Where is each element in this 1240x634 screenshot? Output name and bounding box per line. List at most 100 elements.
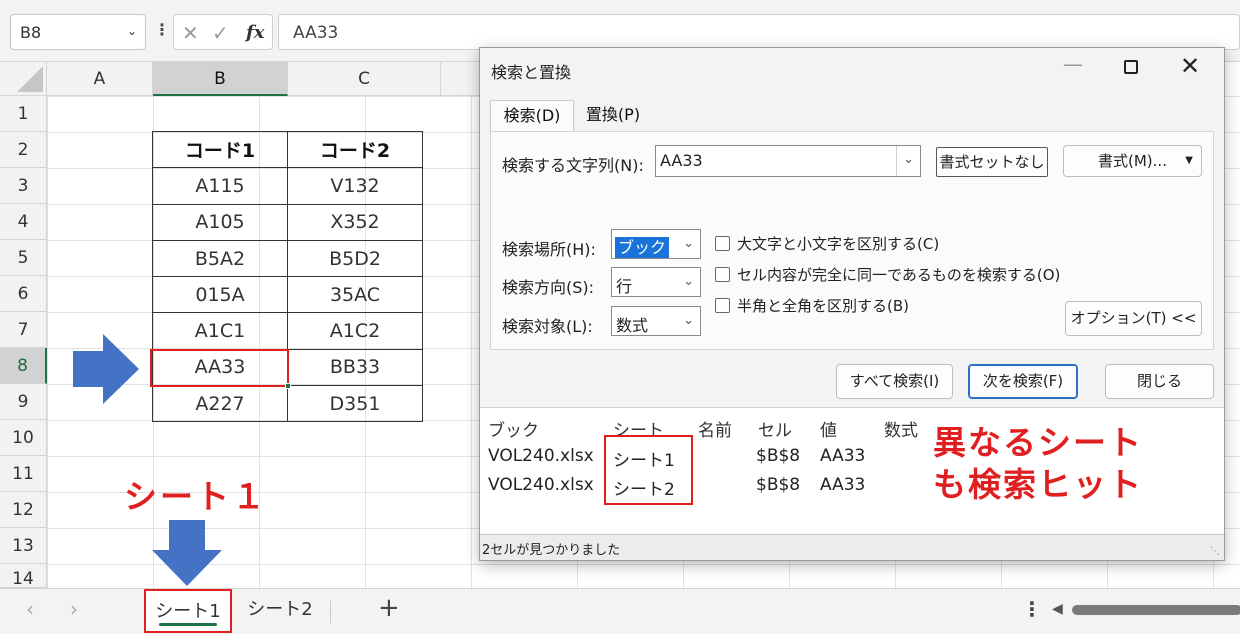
formula-value: AA33	[293, 23, 339, 43]
table-cell[interactable]: B5D2	[287, 239, 423, 278]
results-header-cell[interactable]: セル	[758, 416, 792, 441]
maximize-icon[interactable]	[1124, 60, 1138, 74]
row-header-13[interactable]: 13	[0, 528, 47, 564]
match-entire-cell-checkbox[interactable]: セル内容が完全に同一であるものを検索する(O)	[715, 264, 1060, 285]
chevron-right-icon[interactable]: ›	[70, 597, 78, 621]
table-header-code1[interactable]: コード1	[152, 130, 288, 169]
annotation-different-sheet: 異なるシート も検索ヒット	[933, 423, 1143, 504]
more-vertical-icon[interactable]: ⋮	[1022, 597, 1042, 621]
results-header-book[interactable]: ブック	[488, 416, 539, 441]
chevron-down-icon[interactable]: ⌄	[903, 152, 914, 167]
row-header-3[interactable]: 3	[0, 168, 47, 204]
result-value: AA33	[820, 446, 866, 466]
within-select[interactable]: ブック ⌄	[611, 229, 701, 259]
insert-function-icon[interactable]: fx	[246, 22, 264, 43]
name-box[interactable]: B8 ⌄	[10, 14, 146, 50]
format-button[interactable]: 書式(M)... ▼	[1063, 145, 1202, 177]
format-status-button[interactable]: 書式セットなし	[936, 147, 1048, 177]
row-header-6[interactable]: 6	[0, 276, 47, 312]
arrow-down-icon	[152, 520, 222, 586]
table-header-code2[interactable]: コード2	[287, 130, 423, 169]
look-in-select[interactable]: 数式 ⌄	[611, 306, 701, 336]
formula-input[interactable]: AA33	[278, 14, 1240, 50]
close-icon[interactable]: ✕	[1180, 52, 1200, 80]
chevron-down-icon[interactable]: ⌄	[683, 236, 694, 251]
match-case-checkbox[interactable]: 大文字と小文字を区別する(C)	[715, 233, 939, 254]
results-header-value[interactable]: 値	[820, 416, 837, 441]
table-row: A227 D351	[152, 385, 423, 423]
select-all-corner[interactable]	[0, 62, 47, 96]
more-vertical-icon[interactable]: ⋮	[154, 20, 170, 39]
active-tab-underline	[159, 623, 217, 626]
dropdown-arrow-icon[interactable]: ▼	[1185, 146, 1193, 176]
column-header-b[interactable]: B	[153, 62, 288, 96]
table-cell[interactable]: A227	[152, 385, 288, 423]
row-header-2[interactable]: 2	[0, 132, 47, 168]
table-cell[interactable]: A1C1	[152, 312, 288, 350]
results-header-name[interactable]: 名前	[698, 416, 732, 441]
match-byte-checkbox[interactable]: 半角と全角を区別する(B)	[715, 295, 909, 316]
column-header-a[interactable]: A	[47, 62, 153, 96]
direction-value: 行	[616, 277, 633, 296]
cancel-icon[interactable]: ✕	[182, 21, 199, 45]
table-cell[interactable]: D351	[287, 385, 423, 423]
result-book: VOL240.xlsx	[488, 446, 594, 466]
fill-handle[interactable]	[285, 383, 291, 389]
column-header-d[interactable]	[441, 62, 481, 96]
chevron-down-icon[interactable]: ⌄	[683, 274, 694, 289]
formula-actions: ✕ ✓ fx	[173, 14, 273, 50]
column-header-c[interactable]: C	[288, 62, 441, 96]
result-book: VOL240.xlsx	[488, 475, 594, 495]
options-button[interactable]: オプション(T) <<	[1065, 301, 1202, 336]
close-button[interactable]: 閉じる	[1105, 364, 1214, 399]
sheet-tab-1[interactable]: シート1	[144, 589, 232, 633]
table-cell[interactable]: B5A2	[152, 239, 288, 278]
tab-find[interactable]: 検索(D)	[490, 100, 574, 132]
find-next-button[interactable]: 次を検索(F)	[968, 364, 1078, 399]
row-header-14[interactable]: 14	[0, 564, 47, 588]
row-header-7[interactable]: 7	[0, 312, 47, 348]
result-cell: $B$8	[756, 446, 801, 466]
dialog-title: 検索と置換	[491, 63, 572, 82]
chevron-down-icon[interactable]: ⌄	[683, 313, 694, 328]
scroll-left-icon[interactable]: ◀	[1052, 601, 1063, 617]
table-cell[interactable]: BB33	[287, 348, 423, 387]
chevron-left-icon[interactable]: ‹	[26, 597, 34, 621]
row-header-8[interactable]: 8	[0, 348, 47, 384]
row-header-12[interactable]: 12	[0, 492, 47, 528]
minimize-icon[interactable]: —	[1063, 52, 1083, 76]
row-header-10[interactable]: 10	[0, 420, 47, 456]
table-cell[interactable]: A105	[152, 203, 288, 241]
row-header-9[interactable]: 9	[0, 384, 47, 420]
checkbox-icon[interactable]	[715, 298, 730, 313]
add-sheet-icon[interactable]: +	[378, 593, 400, 623]
find-what-input[interactable]: AA33 ⌄	[655, 145, 921, 177]
table-row: B5A2 B5D2	[152, 239, 423, 278]
table-cell[interactable]: A115	[152, 167, 288, 205]
sheet-tab-2[interactable]: シート2	[240, 589, 320, 633]
tab-replace[interactable]: 置換(P)	[576, 100, 650, 132]
row-header-11[interactable]: 11	[0, 456, 47, 492]
find-what-value: AA33	[660, 151, 703, 170]
within-value: ブック	[615, 237, 670, 258]
results-list[interactable]: ブック シート 名前 セル 値 数式 VOL240.xlsx シート1 $B$8…	[480, 407, 1224, 533]
row-header-5[interactable]: 5	[0, 240, 47, 276]
table-row: A115 V132	[152, 167, 423, 205]
chevron-down-icon[interactable]: ⌄	[127, 24, 137, 38]
row-header-4[interactable]: 4	[0, 204, 47, 240]
sheet-hit-highlight	[604, 435, 693, 505]
check-icon[interactable]: ✓	[212, 21, 229, 45]
row-header-1[interactable]: 1	[0, 96, 47, 132]
results-header-formula[interactable]: 数式	[884, 416, 918, 441]
checkbox-icon[interactable]	[715, 236, 730, 251]
resize-grip-icon[interactable]: ⋱	[1210, 546, 1220, 557]
direction-select[interactable]: 行 ⌄	[611, 267, 701, 297]
horizontal-scrollbar[interactable]	[1072, 605, 1240, 615]
checkbox-icon[interactable]	[715, 267, 730, 282]
table-cell[interactable]: 35AC	[287, 276, 423, 314]
table-cell[interactable]: X352	[287, 203, 423, 241]
table-cell[interactable]: 015A	[152, 276, 288, 314]
table-cell[interactable]: A1C2	[287, 312, 423, 350]
find-all-button[interactable]: すべて検索(I)	[836, 364, 953, 399]
table-cell[interactable]: V132	[287, 167, 423, 205]
